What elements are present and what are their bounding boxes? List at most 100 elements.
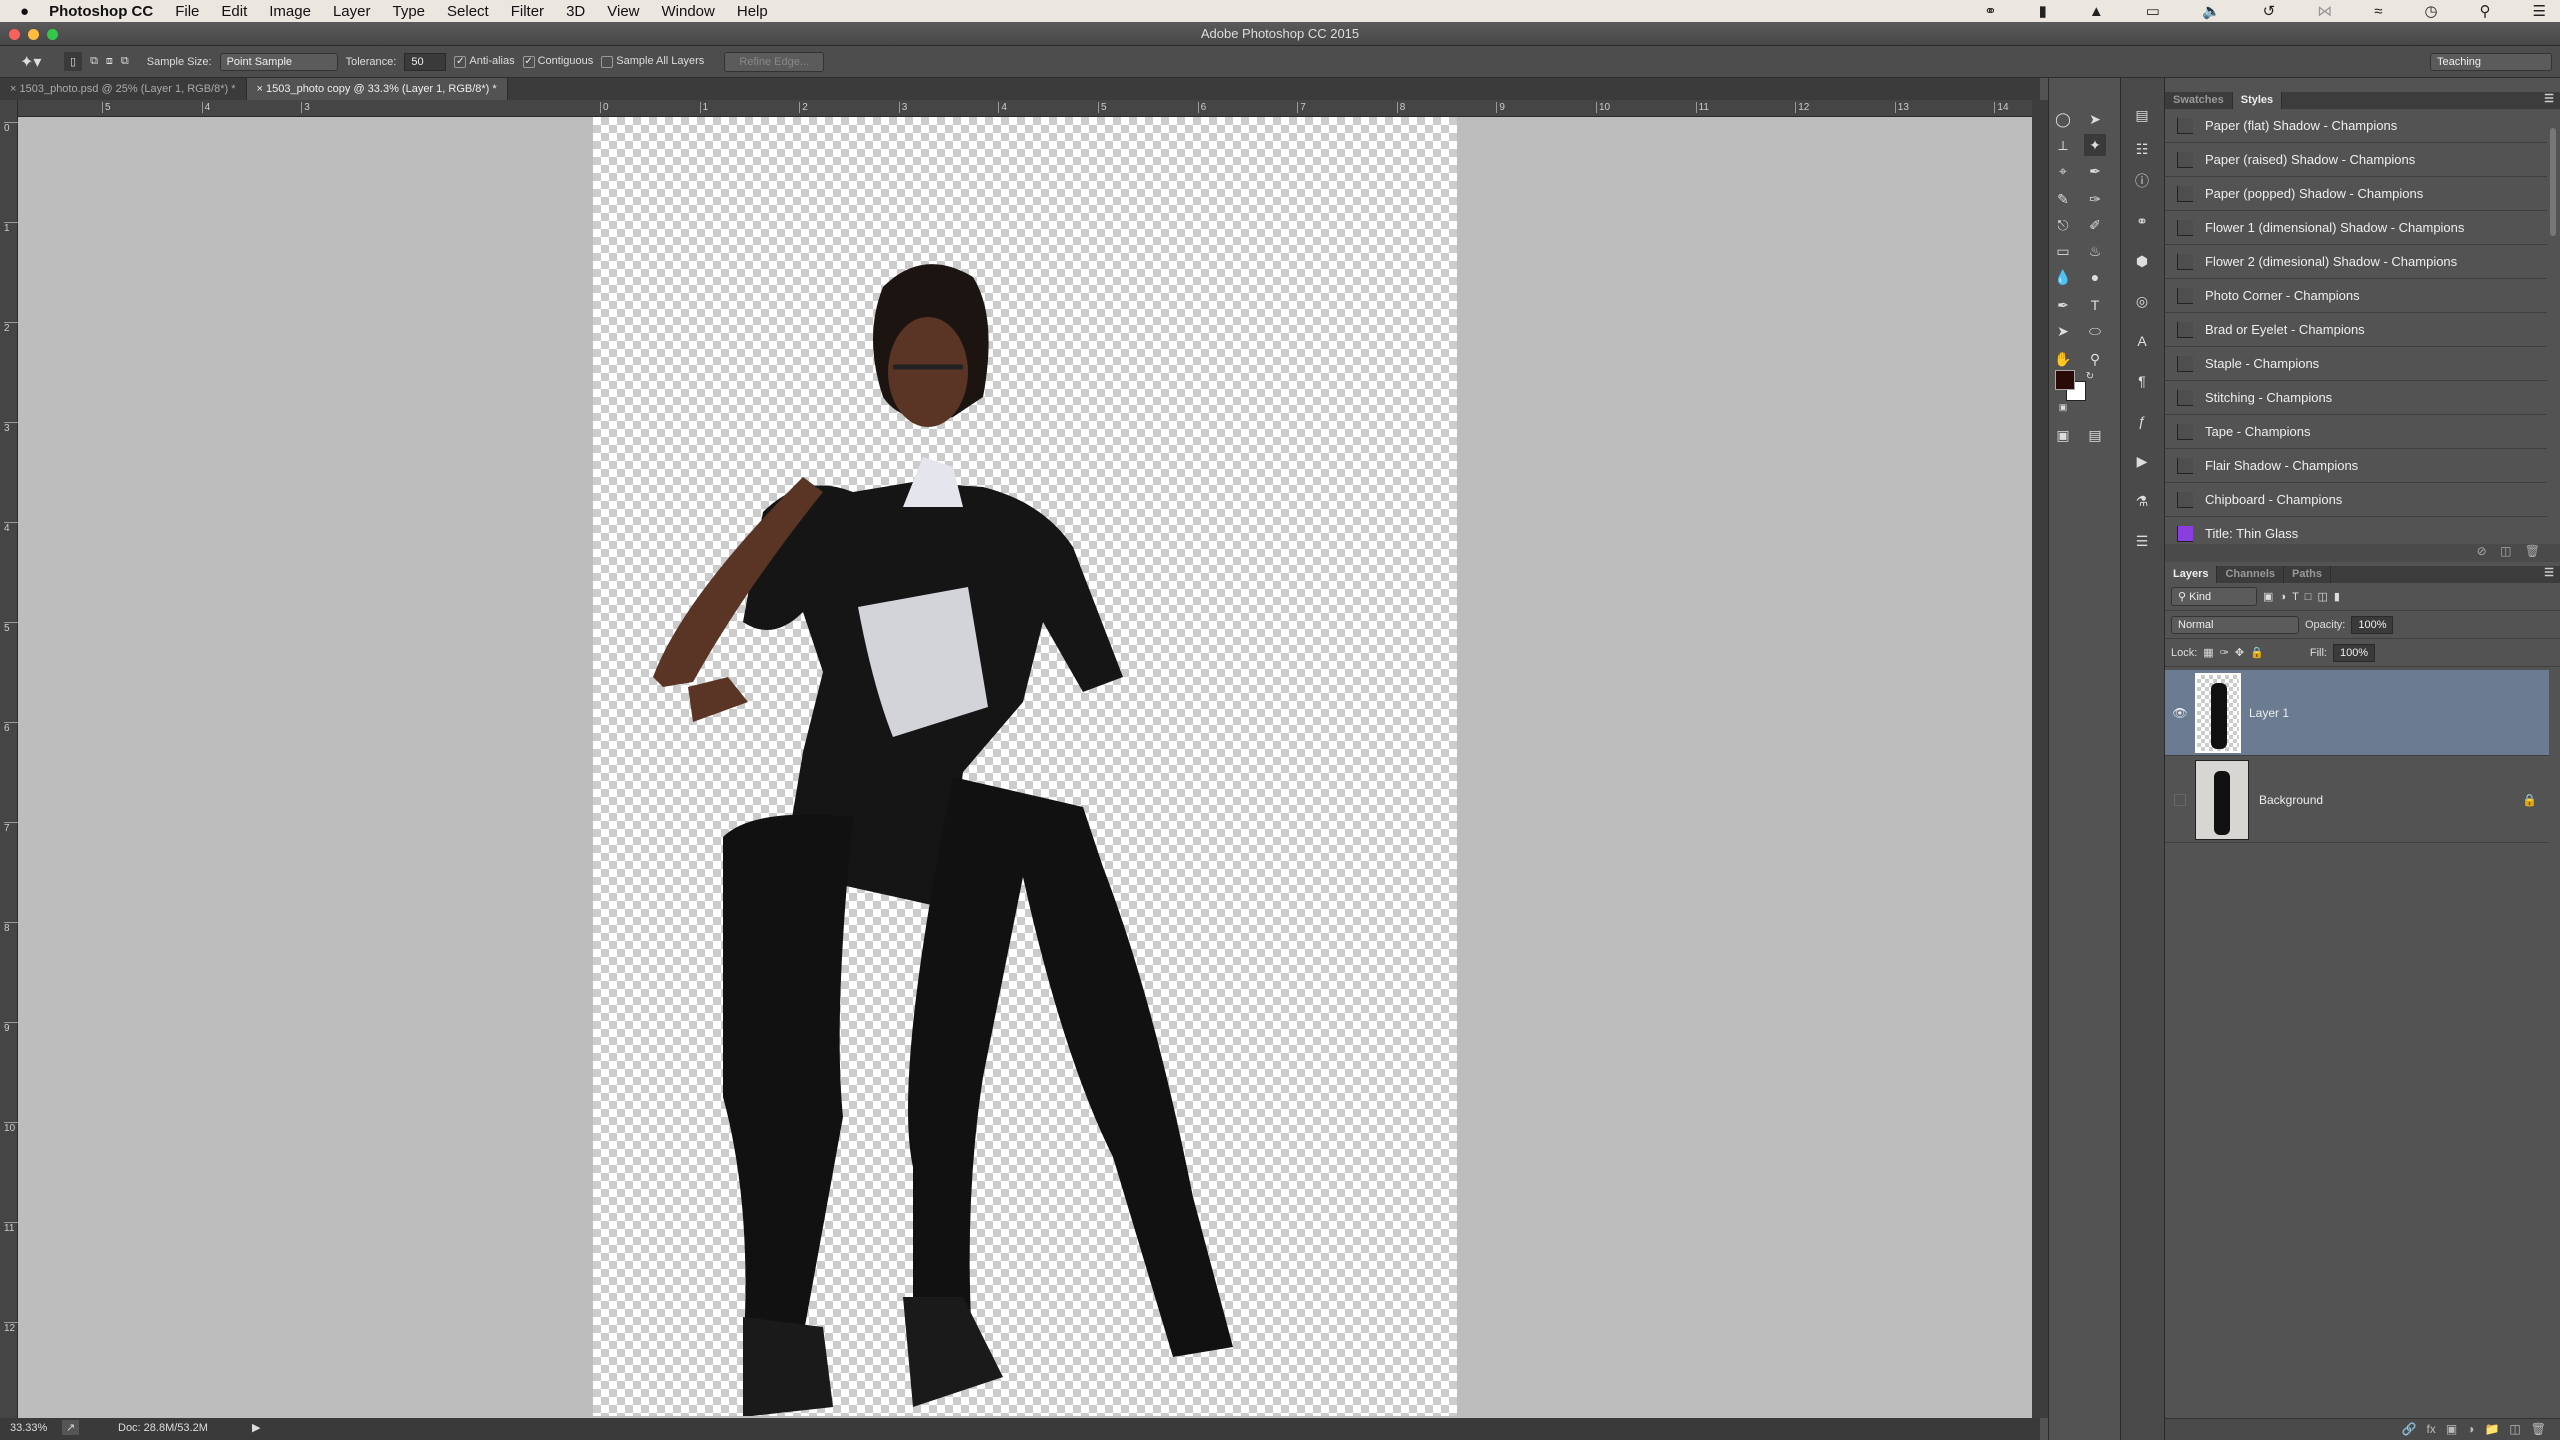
layer-row-background[interactable]: Background 🔒 [2165, 757, 2549, 843]
bluetooth-icon[interactable]: ⋈ [2317, 2, 2332, 20]
history-panel-icon[interactable]: ▤ [2131, 104, 2153, 126]
close-window-button[interactable] [9, 29, 20, 40]
refine-edge-button[interactable]: Refine Edge... [724, 51, 825, 72]
lock-image-icon[interactable]: ✑ [2220, 646, 2229, 659]
fill-input[interactable]: 100% [2332, 643, 2375, 662]
horizontal-ruler[interactable]: 0 1 2 3 4 5 6 7 8 9 10 11 12 13 14 5 4 3 [18, 100, 2032, 117]
filter-kind-select[interactable]: ⚲ Kind [2171, 587, 2257, 606]
hand-tool-icon[interactable]: ✋ [2052, 348, 2074, 370]
zoom-level[interactable]: 33.33% [10, 1422, 47, 1434]
character-panel-icon[interactable]: A [2131, 330, 2153, 352]
tab-1503-photo-copy[interactable]: × 1503_photo copy @ 33.3% (Layer 1, RGB/… [246, 78, 508, 100]
tab-1503-photo-psd[interactable]: × 1503_photo.psd @ 25% (Layer 1, RGB/8*)… [0, 78, 247, 100]
layer-name[interactable]: Layer 1 [2249, 706, 2289, 720]
notification-center-icon[interactable]: ☰ [2533, 2, 2546, 20]
style-item[interactable]: Paper (popped) Shadow - Champions [2165, 177, 2547, 211]
apple-menu-icon[interactable]: ● [20, 3, 29, 20]
actions-panel-icon[interactable]: ▶ [2131, 450, 2153, 472]
3d-panel-icon[interactable]: ⚭ [2131, 210, 2153, 232]
menu-file[interactable]: File [175, 3, 199, 20]
new-selection-icon[interactable]: ▯ [64, 52, 83, 71]
style-item[interactable]: Staple - Champions [2165, 347, 2547, 381]
menu-filter[interactable]: Filter [511, 3, 544, 20]
foreground-color-swatch[interactable] [2055, 370, 2075, 390]
styles-scrollbar[interactable] [2550, 128, 2556, 236]
blur-tool-icon[interactable]: 💧 [2052, 266, 2074, 288]
history-brush-tool-icon[interactable]: ✐ [2084, 214, 2106, 236]
clock-icon[interactable]: ◷ [2424, 2, 2437, 20]
delete-layer-icon[interactable]: 🗑 [2531, 1422, 2546, 1436]
anti-alias-checkbox[interactable]: ✓ Anti-alias [454, 55, 515, 68]
style-item[interactable]: Paper (flat) Shadow - Champions [2165, 109, 2547, 143]
clear-style-icon[interactable]: ⊘ [2477, 544, 2487, 558]
filter-smart-object-icon[interactable]: ◫ [2317, 590, 2327, 603]
filter-type-icon[interactable]: T [2292, 591, 2299, 603]
clone-stamp-tool-icon[interactable]: ⎋ [2052, 214, 2074, 236]
tab-styles[interactable]: Styles [2232, 92, 2283, 109]
style-item[interactable]: Photo Corner - Champions [2165, 279, 2547, 313]
tab-layers[interactable]: Layers [2165, 566, 2218, 583]
menu-select[interactable]: Select [447, 3, 489, 20]
contiguous-checkbox[interactable]: ✓ Contiguous [522, 55, 593, 68]
default-colors-icon[interactable]: ▣ [2052, 396, 2074, 418]
eyedropper-tool-icon[interactable]: ✒ [2084, 160, 2106, 182]
style-item[interactable]: Stitching - Champions [2165, 381, 2547, 415]
tab-swatches[interactable]: Swatches [2165, 92, 2233, 109]
subtract-from-selection-icon[interactable]: ⧈ [106, 55, 113, 68]
new-layer-icon[interactable]: ◫ [2509, 1422, 2520, 1436]
add-to-selection-icon[interactable]: ⧉ [90, 55, 98, 68]
opacity-input[interactable]: 100% [2351, 615, 2394, 634]
minimize-window-button[interactable] [28, 29, 39, 40]
type-tool-icon[interactable]: T [2084, 294, 2106, 316]
style-item[interactable]: Brad or Eyelet - Champions [2165, 313, 2547, 347]
path-selection-tool-icon[interactable]: ➤ [2052, 320, 2074, 342]
volume-icon[interactable]: 🔈 [2202, 2, 2221, 20]
layer-comps-panel-icon[interactable]: ☰ [2131, 530, 2153, 552]
airplay-icon[interactable]: ▭ [2146, 2, 2160, 20]
libraries-panel-icon[interactable]: ◎ [2131, 290, 2153, 312]
menu-app[interactable]: Photoshop CC [49, 3, 153, 20]
style-item[interactable]: Tape - Champions [2165, 415, 2547, 449]
menu-image[interactable]: Image [269, 3, 311, 20]
quick-mask-icon[interactable]: ▣ [2052, 424, 2074, 446]
visibility-eye-icon[interactable]: 👁 [2165, 706, 2195, 720]
menu-help[interactable]: Help [737, 3, 768, 20]
visibility-toggle[interactable] [2165, 793, 2195, 806]
menu-3d[interactable]: 3D [566, 3, 585, 20]
filter-shape-icon[interactable]: □ [2305, 591, 2312, 603]
screen-mode-icon[interactable]: ▤ [2084, 424, 2106, 446]
adjustment-layer-icon[interactable]: ◑ [2467, 1422, 2474, 1436]
layer-name[interactable]: Background [2259, 793, 2323, 807]
intersect-selection-icon[interactable]: ⧉ [121, 55, 129, 68]
tab-paths[interactable]: Paths [2284, 566, 2331, 583]
status-menu-arrow-icon[interactable]: ▶ [252, 1421, 260, 1434]
crop-tool-icon[interactable]: ⌖ [2052, 160, 2074, 182]
ellipse-shape-tool-icon[interactable]: ⬭ [2084, 320, 2106, 342]
menu-window[interactable]: Window [662, 3, 715, 20]
workspace-select[interactable]: Teaching [2430, 52, 2552, 71]
menu-view[interactable]: View [607, 3, 639, 20]
healing-brush-tool-icon[interactable]: ✎ [2052, 188, 2074, 210]
time-machine-icon[interactable]: ↺ [2263, 2, 2276, 20]
brush-tool-icon[interactable]: ✑ [2084, 188, 2106, 210]
tool-presets-panel-icon[interactable]: ⚗ [2131, 490, 2153, 512]
style-item[interactable]: Flower 2 (dimesional) Shadow - Champions [2165, 245, 2547, 279]
panel-menu-icon[interactable]: ☰ [2544, 566, 2560, 583]
properties-panel-icon[interactable]: ⬢ [2131, 250, 2153, 272]
vertical-ruler[interactable]: 0 1 2 3 4 5 6 7 8 9 10 11 12 [0, 100, 18, 1418]
style-item[interactable]: Flair Shadow - Champions [2165, 449, 2547, 483]
elliptical-marquee-tool-icon[interactable]: ◯ [2052, 108, 2074, 130]
new-style-icon[interactable]: ◫ [2500, 544, 2511, 558]
filter-pixel-icon[interactable]: ▣ [2263, 590, 2273, 603]
lock-transparent-icon[interactable]: ▦ [2203, 646, 2213, 659]
blend-mode-select[interactable]: Normal [2171, 615, 2299, 634]
paragraph-panel-icon[interactable]: ¶ [2131, 370, 2153, 392]
pen-tool-icon[interactable]: ✒ [2052, 294, 2074, 316]
notification-bell-icon[interactable]: ▲ [2089, 3, 2104, 20]
filter-toggle-icon[interactable]: ▮ [2334, 590, 2340, 603]
style-item[interactable]: Flower 1 (dimensional) Shadow - Champion… [2165, 211, 2547, 245]
info-panel-icon[interactable]: ⓘ [2131, 170, 2153, 192]
new-group-icon[interactable]: 📁 [2484, 1422, 2499, 1436]
delete-style-icon[interactable]: 🗑 [2525, 544, 2540, 558]
swap-colors-icon[interactable]: ↻ [2079, 366, 2101, 388]
